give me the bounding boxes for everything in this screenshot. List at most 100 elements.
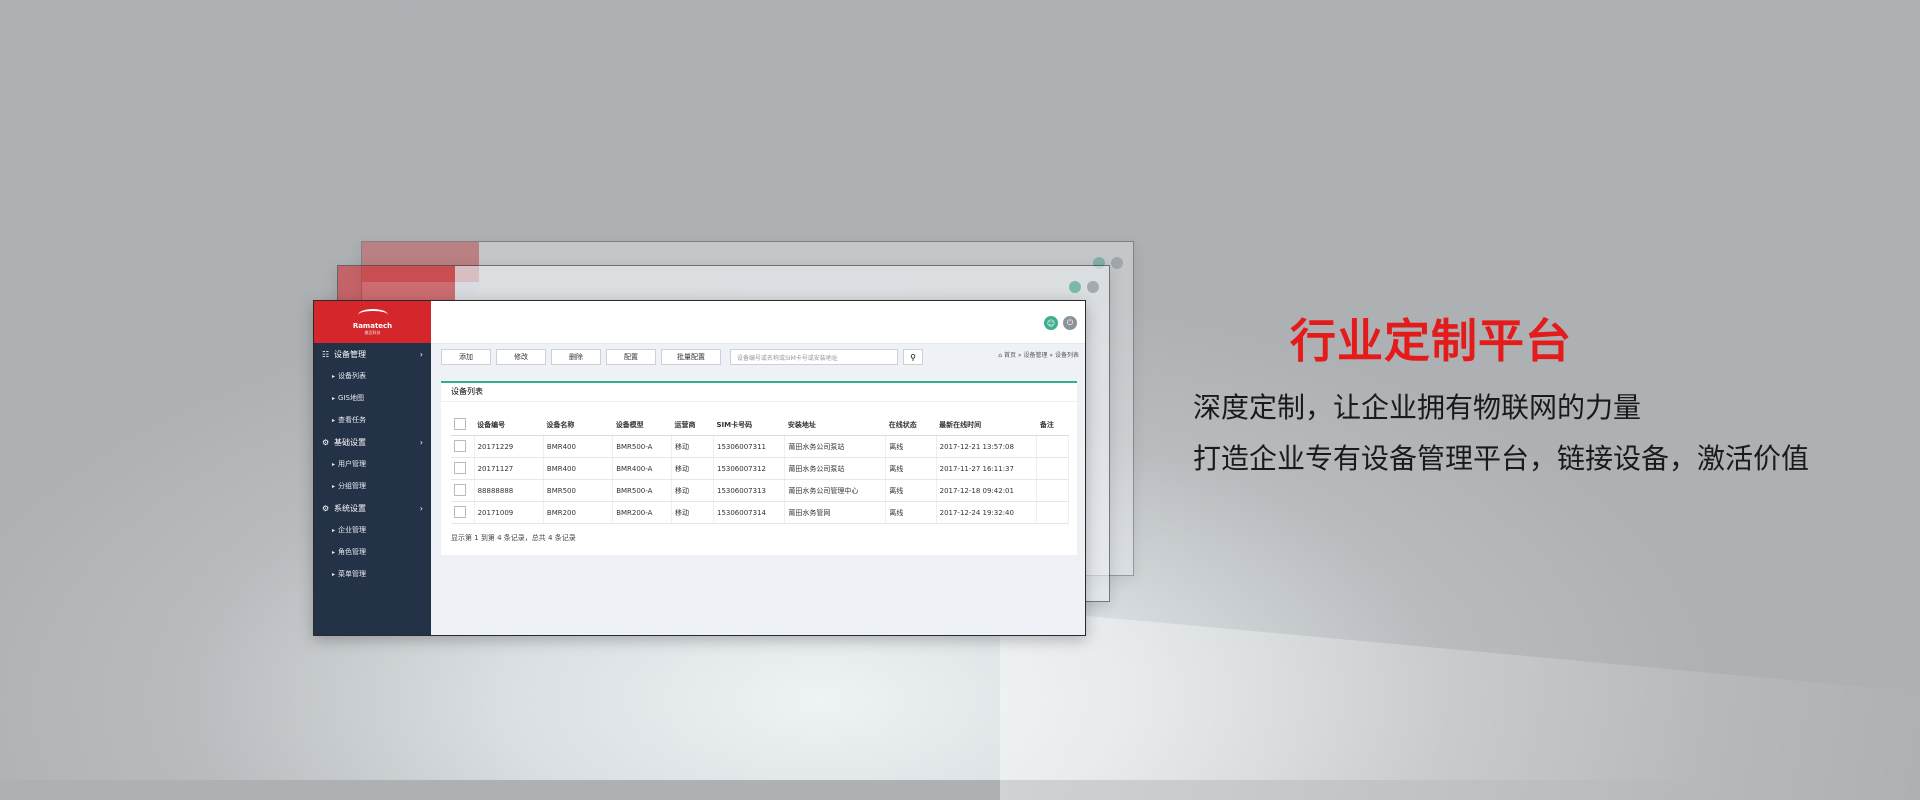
table-footer: 显示第 1 到第 4 条记录，总共 4 条记录 — [451, 534, 576, 542]
light-beam — [1000, 608, 1920, 800]
table-cell: 2017-11-27 16:11:37 — [936, 457, 1038, 480]
sidebar-item[interactable]: ▸ 企业管理 — [314, 519, 431, 541]
table-cell: BMR400-A — [612, 457, 672, 480]
bullet-icon: ▸ — [332, 394, 336, 402]
table-cell — [1036, 479, 1069, 502]
table-cell — [1036, 457, 1069, 480]
nav-group-0[interactable]: ☷ 设备管理 › — [314, 343, 431, 365]
bullet-icon: ▸ — [332, 526, 336, 534]
home-icon[interactable]: ⌂ — [998, 352, 1002, 359]
table-row[interactable]: 20171009 BMR200 BMR200-A 移动 15306007314 莆田水务管… — [451, 501, 1069, 524]
breadcrumb: ⌂ 首页 » 设备管理 » 设备列表 — [998, 350, 1079, 359]
delete-button[interactable]: 删除 — [551, 349, 601, 365]
search-icon[interactable]: ⚲ — [903, 349, 923, 365]
column-header[interactable]: 安装地址 — [784, 415, 886, 436]
column-header[interactable]: 最新在线时间 — [936, 415, 1037, 436]
table-cell: 离线 — [885, 457, 937, 480]
device-management-window: Ramatech 睿迈科技 ☷ 设备管理 › ▸ 设备列表 ▸ GIS地图 ▸ 查看任务 ⚙ 基础设… — [313, 300, 1086, 636]
column-header[interactable]: SIM卡号码 — [713, 415, 785, 436]
table-cell: 20171009 — [474, 501, 544, 524]
sidebar-item-label: GIS地图 — [338, 394, 364, 402]
chevron-right-icon: › — [419, 437, 423, 447]
table-cell: 15306007311 — [713, 435, 786, 458]
sidebar-item-label: 角色管理 — [338, 548, 367, 556]
table-cell: BMR200-A — [612, 501, 672, 524]
main-content: ☺ ⏻ 添加 修改 删除 配置 批量配置 设备编号或名称或SIM卡号或安装地址 … — [431, 301, 1085, 635]
table-cell: 2017-12-18 09:42:01 — [936, 479, 1038, 502]
table-cell: BMR200 — [543, 501, 614, 524]
promo-line-2: 打造企业专有设备管理平台，链接设备，激活价值 — [1193, 442, 1810, 475]
table-cell: 莆田水务公司泵站 — [784, 457, 887, 480]
bullet-icon: ▸ — [332, 548, 336, 556]
table-cell: 15306007313 — [713, 479, 786, 502]
column-header[interactable]: 设备编号 — [474, 415, 544, 436]
table-cell: BMR500-A — [612, 435, 672, 458]
row-checkbox[interactable] — [454, 505, 466, 518]
table-cell: BMR400 — [543, 435, 614, 458]
bullet-icon: ▸ — [332, 482, 336, 490]
sidebar-item[interactable]: ▸ 分组管理 — [314, 475, 431, 497]
table-row[interactable]: 20171127 BMR400 BMR400-A 移动 15306007312 莆田水务公… — [451, 457, 1069, 480]
column-header[interactable]: 设备名称 — [543, 415, 613, 436]
chevron-right-icon: › — [419, 349, 423, 359]
table-body: 20171229 BMR400 BMR500-A 移动 15306007311 莆田水务公… — [451, 435, 1069, 524]
table-cell — [1036, 435, 1069, 458]
device-list-panel: 设备列表 设备编号 设备名称 设备模型 运营商 SIM卡号码 安装地址 在线状态 最新在线时间… — [441, 381, 1077, 555]
power-icon[interactable]: ⏻ — [1063, 316, 1077, 330]
table-cell: 离线 — [885, 435, 937, 458]
sidebar-item[interactable]: ▸ GIS地图 — [314, 387, 431, 409]
column-header[interactable]: 在线状态 — [885, 415, 937, 436]
table-cell: BMR500-A — [612, 479, 672, 502]
table-cell: 2017-12-24 19:32:40 — [936, 501, 1038, 524]
table-cell: BMR400 — [543, 457, 614, 480]
table-header-row: 设备编号 设备名称 设备模型 运营商 SIM卡号码 安装地址 在线状态 最新在线时间 备注 — [451, 415, 1069, 436]
sidebar-item[interactable]: ▸ 菜单管理 — [314, 563, 431, 585]
edit-button[interactable]: 修改 — [496, 349, 546, 365]
search-input[interactable]: 设备编号或名称或SIM卡号或安装地址 — [730, 349, 898, 365]
table-row[interactable]: 20171229 BMR400 BMR500-A 移动 15306007311 莆田水务公… — [451, 435, 1069, 458]
table-cell: 88888888 — [474, 479, 544, 502]
gear-icon: ⚙ — [322, 503, 330, 513]
sidebar-item[interactable]: ▸ 角色管理 — [314, 541, 431, 563]
nav-group-2[interactable]: ⚙ 系统设置 › — [314, 497, 431, 519]
table-cell: 离线 — [885, 501, 937, 524]
sidebar-nav: ☷ 设备管理 › ▸ 设备列表 ▸ GIS地图 ▸ 查看任务 ⚙ 基础设置 › ▸ 用户管理 ▸ 分组管理 ⚙ 系… — [314, 343, 431, 585]
column-header[interactable]: 备注 — [1036, 415, 1069, 436]
table-cell — [1036, 501, 1069, 524]
sidebar: Ramatech 睿迈科技 ☷ 设备管理 › ▸ 设备列表 ▸ GIS地图 ▸ 查看任务 ⚙ 基础设… — [314, 301, 431, 635]
table-cell: 15306007314 — [713, 501, 786, 524]
sidebar-item[interactable]: ▸ 查看任务 — [314, 409, 431, 431]
table-cell: 20171229 — [474, 435, 544, 458]
app-logo[interactable]: Ramatech 睿迈科技 — [314, 301, 431, 343]
nav-group-label: 基础设置 — [334, 437, 366, 447]
sidebar-item-label: 企业管理 — [338, 526, 367, 534]
sidebar-item-label: 用户管理 — [338, 460, 367, 468]
nav-group-label: 系统设置 — [334, 503, 366, 513]
sidebar-item-label: 菜单管理 — [338, 570, 367, 578]
sidebar-item[interactable]: ▸ 用户管理 — [314, 453, 431, 475]
user-icon[interactable]: ☺ — [1044, 316, 1058, 330]
sidebar-item-label: 查看任务 — [338, 416, 367, 424]
chevron-right-icon: › — [419, 503, 423, 513]
table-cell: 20171127 — [474, 457, 544, 480]
toolbar: 添加 修改 删除 配置 批量配置 设备编号或名称或SIM卡号或安装地址 ⚲ — [431, 347, 1085, 367]
table-row[interactable]: 88888888 BMR500 BMR500-A 移动 15306007313 莆田水务公… — [451, 479, 1069, 502]
sidebar-item[interactable]: ▸ 设备列表 — [314, 365, 431, 387]
bullet-icon: ▸ — [332, 570, 336, 578]
batch-config-button[interactable]: 批量配置 — [661, 349, 721, 365]
select-all-checkbox[interactable] — [454, 418, 466, 430]
column-header[interactable]: 运营商 — [671, 415, 714, 436]
bullet-icon: ▸ — [332, 460, 336, 468]
nav-group-label: 设备管理 — [334, 349, 366, 359]
add-button[interactable]: 添加 — [441, 349, 491, 365]
row-checkbox[interactable] — [454, 439, 466, 452]
logo-subtext: 睿迈科技 — [364, 330, 381, 335]
config-button[interactable]: 配置 — [606, 349, 656, 365]
table-cell: 移动 — [671, 501, 714, 524]
row-checkbox[interactable] — [454, 461, 466, 474]
column-header[interactable]: 设备模型 — [612, 415, 672, 436]
promo-title: 行业定制平台 — [1290, 314, 1572, 368]
table-cell: 移动 — [671, 435, 714, 458]
nav-group-1[interactable]: ⚙ 基础设置 › — [314, 431, 431, 453]
row-checkbox[interactable] — [454, 483, 466, 496]
